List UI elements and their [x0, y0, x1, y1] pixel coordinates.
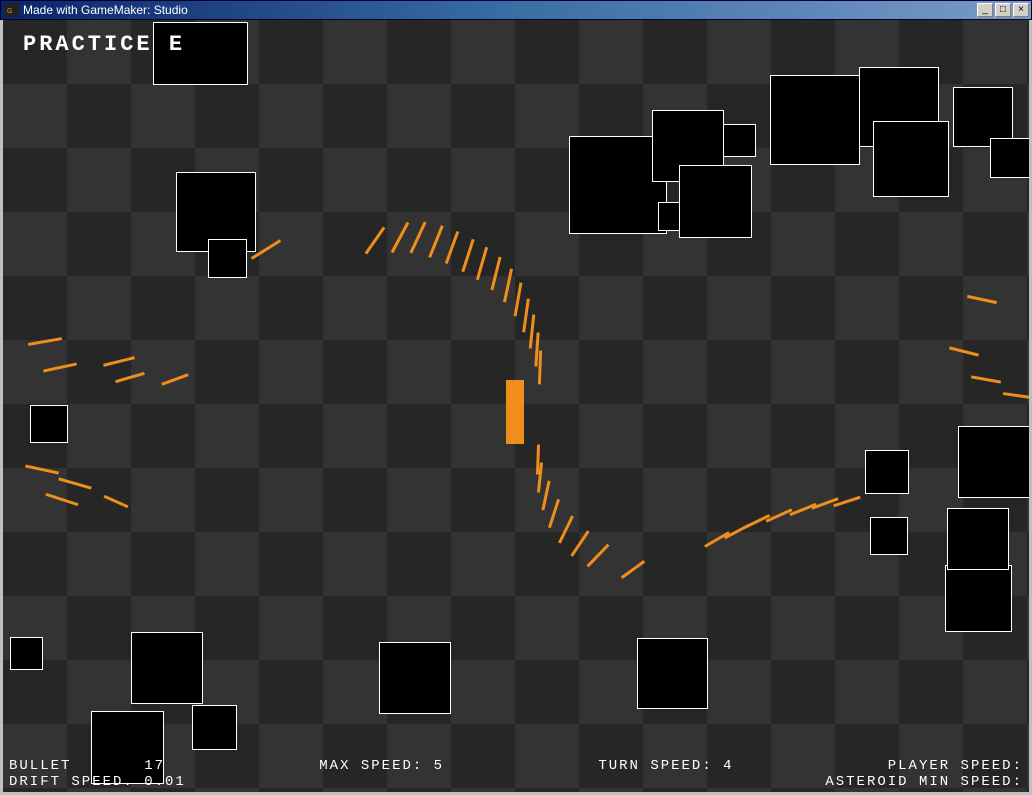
bullet — [104, 495, 129, 508]
asteroid — [131, 632, 203, 704]
play-layer — [3, 20, 1029, 792]
asteroid — [30, 405, 68, 443]
app-icon: G — [5, 3, 19, 17]
maximize-button[interactable]: □ — [995, 3, 1011, 17]
bullet — [391, 222, 410, 253]
bullet — [587, 544, 610, 568]
bullet — [538, 350, 542, 384]
asteroid — [870, 517, 908, 555]
bullet — [967, 295, 997, 304]
bullet — [704, 531, 730, 548]
bullet — [529, 314, 536, 348]
asteroid — [947, 508, 1009, 570]
close-button[interactable]: × — [1013, 3, 1029, 17]
bullet — [45, 493, 78, 506]
bullet — [621, 560, 645, 579]
bullet — [548, 499, 560, 528]
bullet — [461, 239, 474, 272]
bullet — [115, 372, 145, 383]
hud-bottom: BULLET 17 MAX SPEED: 5 TURN SPEED: 4 PLA… — [3, 756, 1029, 792]
asteroid — [208, 239, 247, 278]
hud-max-speed: MAX SPEED: 5 — [319, 758, 444, 774]
bullet — [409, 221, 426, 253]
asteroid — [192, 705, 237, 750]
hud-turn-speed: TURN SPEED: 4 — [598, 758, 733, 774]
asteroid — [945, 565, 1012, 632]
bullet — [971, 375, 1001, 383]
minimize-button[interactable]: _ — [977, 3, 993, 17]
hud-player-speed: PLAYER SPEED: — [888, 758, 1023, 774]
bullet — [476, 247, 488, 281]
asteroid — [723, 124, 756, 157]
asteroid — [637, 638, 708, 709]
game-viewport[interactable]: PRACTICE E BULLET 17 MAX SPEED: 5 TURN S… — [3, 20, 1029, 792]
asteroid — [10, 637, 43, 670]
bullet — [445, 231, 459, 264]
app-window: G Made with GameMaker: Studio _ □ × PRAC… — [0, 0, 1032, 795]
bullet — [43, 362, 77, 372]
bullet — [558, 515, 574, 543]
bullet — [28, 337, 62, 346]
bullet — [365, 227, 386, 255]
window-title: Made with GameMaker: Studio — [23, 3, 188, 17]
asteroid — [379, 642, 451, 714]
bullet — [103, 356, 135, 367]
bullet — [570, 530, 589, 557]
bullet — [490, 257, 501, 291]
asteroid — [990, 138, 1029, 178]
bullet — [503, 269, 513, 303]
hud-bullet: BULLET 17 — [9, 758, 165, 774]
bullet — [949, 346, 979, 356]
bullet — [58, 477, 92, 489]
hud-mode-label: PRACTICE E — [23, 32, 185, 57]
asteroid — [865, 450, 909, 494]
bullet — [541, 481, 550, 511]
bullet — [514, 282, 523, 316]
bullet — [25, 464, 59, 474]
svg-text:G: G — [7, 8, 12, 15]
bullet — [428, 225, 444, 258]
bullet — [522, 298, 530, 332]
asteroid — [770, 75, 860, 165]
hud-asteroid-min-speed: ASTEROID MIN SPEED: — [825, 774, 1023, 790]
bullet — [1003, 392, 1029, 399]
hud-drift-speed: DRIFT SPEED. 0.01 — [9, 774, 186, 790]
bullet — [161, 373, 188, 385]
player-ship — [506, 380, 524, 444]
titlebar[interactable]: G Made with GameMaker: Studio _ □ × — [0, 0, 1032, 20]
asteroid — [679, 165, 752, 238]
asteroid — [958, 426, 1029, 498]
asteroid — [873, 121, 949, 197]
